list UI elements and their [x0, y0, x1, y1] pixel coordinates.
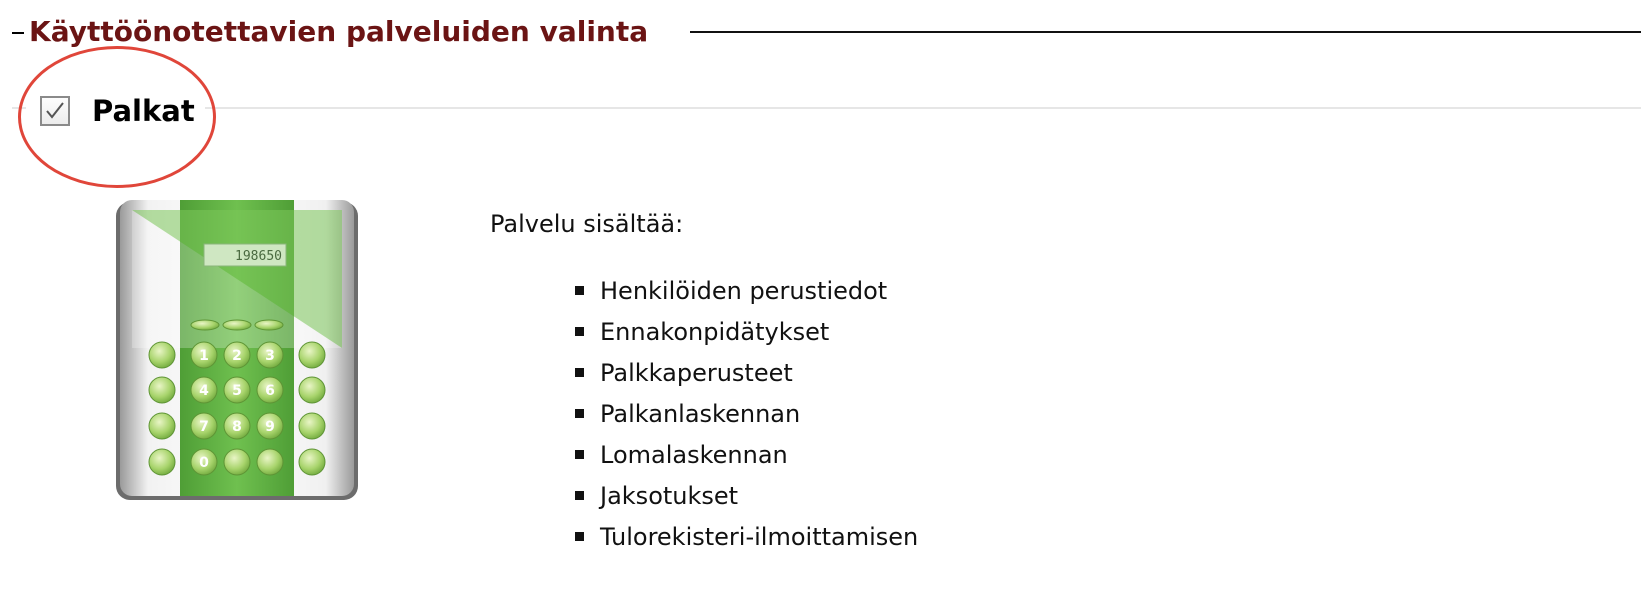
service-header: Palkat [40, 94, 195, 128]
bullet-icon [575, 409, 584, 418]
svg-text:6: 6 [265, 383, 275, 399]
feature-label: Palkanlaskennan [600, 399, 801, 428]
svg-text:7: 7 [199, 419, 209, 435]
feature-list-item: Lomalaskennan [575, 434, 918, 475]
feature-label: Lomalaskennan [600, 440, 788, 469]
feature-label: Tulorekisteri-ilmoittamisen [600, 522, 919, 551]
feature-label: Palkkaperusteet [600, 358, 793, 387]
calculator-display: 198650 [235, 249, 282, 264]
bullet-icon [575, 450, 584, 459]
svg-text:3: 3 [265, 348, 275, 364]
feature-list-item: Ennakonpidätykset [575, 311, 918, 352]
svg-text:5: 5 [232, 383, 242, 399]
feature-list-item: Henkilöiden perustiedot [575, 270, 918, 311]
bullet-icon [575, 532, 584, 541]
svg-text:8: 8 [232, 419, 242, 435]
svg-text:4: 4 [199, 383, 209, 399]
feature-list: Henkilöiden perustiedot Ennakonpidätykset… [575, 270, 918, 557]
svg-text:2: 2 [232, 348, 242, 364]
feature-list-item: Tulorekisteri-ilmoittamisen [575, 516, 918, 557]
service-checkbox[interactable] [40, 96, 70, 126]
fieldset-border-left [12, 32, 24, 34]
feature-list-item: Jaksotukset [575, 475, 918, 516]
svg-text:9: 9 [265, 419, 275, 435]
feature-label: Ennakonpidätykset [600, 317, 830, 346]
svg-text:0: 0 [199, 455, 209, 471]
calculator-image: 198650 1 2 3 4 5 6 7 8 9 0 [112, 198, 362, 504]
feature-list-item: Palkkaperusteet [575, 352, 918, 393]
feature-list-item: Palkanlaskennan [575, 393, 918, 434]
feature-label: Henkilöiden perustiedot [600, 276, 888, 305]
bullet-icon [575, 327, 584, 336]
svg-text:1: 1 [199, 348, 209, 364]
bullet-icon [575, 491, 584, 500]
feature-label: Jaksotukset [600, 481, 739, 510]
bullet-icon [575, 368, 584, 377]
checkmark-icon [46, 102, 64, 119]
section-legend: Käyttöönotettavien palveluiden valinta [29, 15, 649, 48]
service-title[interactable]: Palkat [92, 94, 195, 128]
service-divider [205, 107, 1641, 109]
calculator-icon: 198650 1 2 3 4 5 6 7 8 9 0 [116, 200, 358, 500]
service-divider-left [12, 107, 26, 109]
fieldset-border-top [690, 31, 1641, 33]
bullet-icon [575, 286, 584, 295]
service-contents-heading: Palvelu sisältää: [490, 210, 684, 238]
